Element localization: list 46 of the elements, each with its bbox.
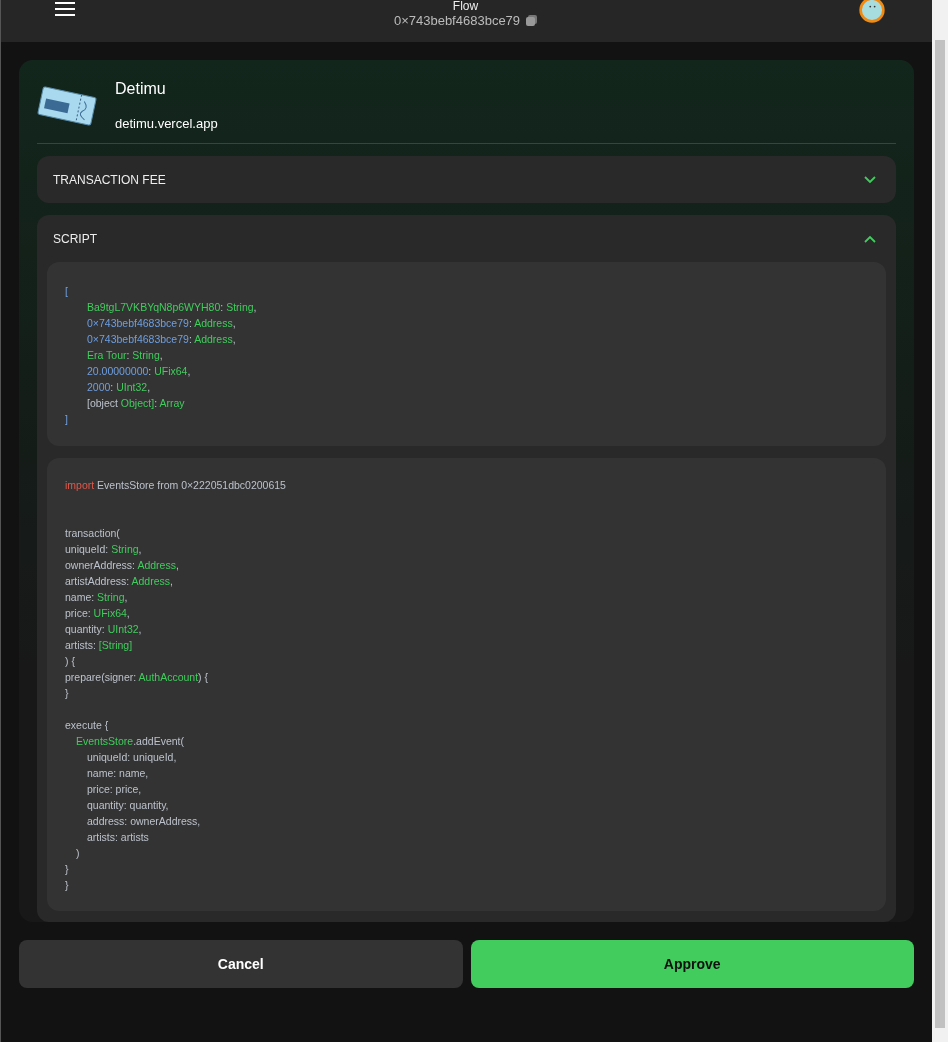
code-line: execute {	[65, 718, 110, 733]
code-line: name: String,	[65, 590, 129, 605]
dapp-url: detimu.vercel.app	[115, 116, 218, 131]
code-line: quantity: UInt32,	[65, 622, 143, 637]
code-line: uniqueId: String,	[65, 542, 143, 557]
code-line: [object Object]: Array	[86, 396, 186, 411]
code-line: }	[65, 686, 70, 701]
scrollbar[interactable]	[932, 0, 948, 1042]
code-line: 0×743bebf4683bce79: Address,	[86, 316, 237, 331]
code-line: 20.00000000: UFix64,	[86, 364, 192, 379]
code-line: prepare(signer: AuthAccount) {	[65, 670, 209, 685]
code-line: artistAddress: Address,	[65, 574, 174, 589]
code-line: uniqueId: uniqueId,	[86, 750, 178, 765]
chevron-icon	[864, 234, 876, 243]
code-line: 2000: UInt32,	[86, 380, 152, 395]
code-line: 0×743bebf4683bce79: Address,	[86, 332, 237, 347]
code-line: )	[75, 846, 81, 861]
code-line: quantity: quantity,	[86, 798, 170, 813]
code-line: ownerAddress: Address,	[65, 558, 180, 573]
chevron-icon	[864, 175, 876, 184]
account-address: 0×743bebf4683bce79	[393, 13, 521, 28]
menu-icon[interactable]	[55, 1, 75, 17]
code-line: ]	[65, 412, 69, 427]
code-line: import EventsStore from 0×222051dbc0200615	[65, 478, 287, 493]
code-line: [	[65, 284, 69, 299]
code-line: EventsStore.addEvent(	[75, 734, 185, 749]
cancel-button[interactable]: Cancel	[19, 940, 463, 988]
avatar-icon[interactable]	[856, 0, 888, 24]
code-line: price: price,	[86, 782, 143, 797]
approve-button[interactable]: Approve	[470, 940, 914, 988]
code-line: price: UFix64,	[65, 606, 131, 621]
section-header[interactable]: SCRIPT	[37, 215, 896, 262]
dapp-name: Detimu	[115, 80, 167, 98]
code-line: }	[65, 862, 70, 877]
copy-icon[interactable]	[526, 15, 538, 26]
code-line: artists: [String]	[65, 638, 134, 653]
code-line: artists: artists	[86, 830, 150, 845]
code-line: ) {	[65, 654, 76, 669]
code-line: }	[65, 878, 70, 893]
code-line: transaction(	[65, 526, 121, 541]
section-header[interactable]: TRANSACTION FEE	[37, 156, 896, 203]
code-line: address: ownerAddress,	[86, 814, 202, 829]
network-title: Flow	[452, 0, 479, 13]
code-line: name: name,	[86, 766, 150, 781]
code-line: Era Tour: String,	[86, 348, 164, 363]
code-line: Ba9tgL7VKBYqN8p6WYH80: String,	[86, 300, 258, 315]
